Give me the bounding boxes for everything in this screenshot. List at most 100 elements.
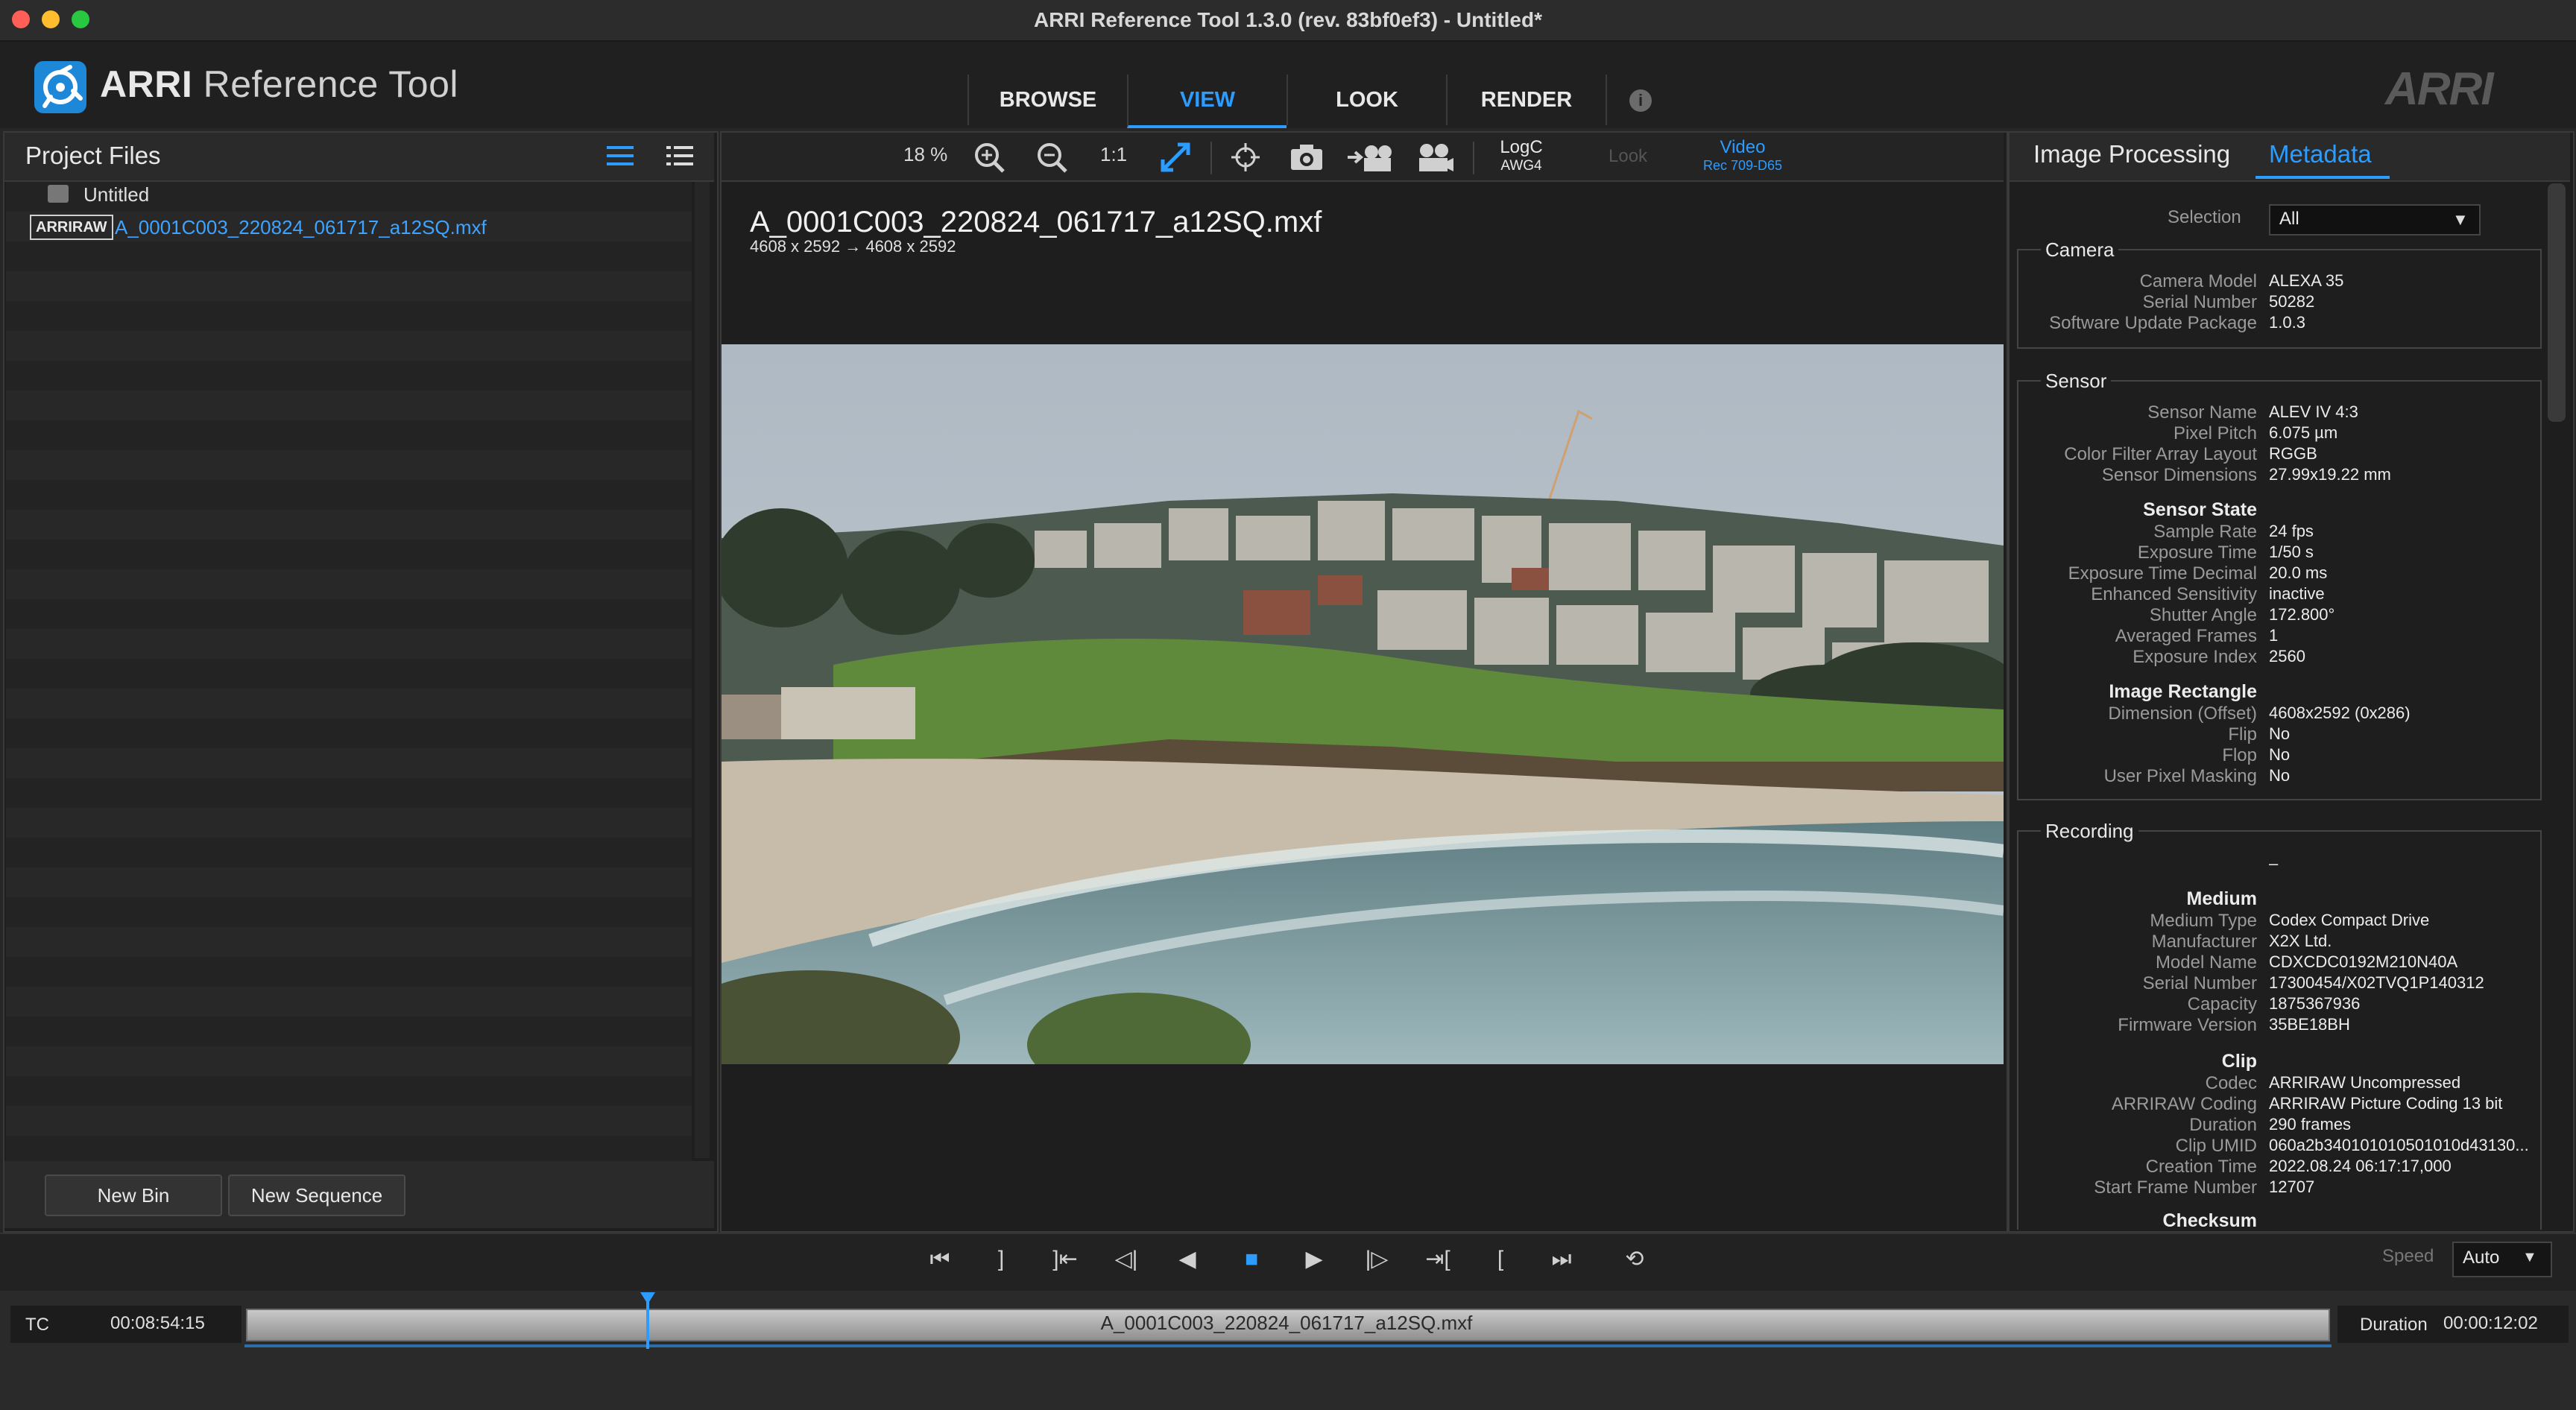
look-button[interactable]: Look: [1609, 146, 1647, 167]
bin-icon: [48, 185, 69, 203]
film-camera-icon[interactable]: [1413, 139, 1455, 176]
meta-value: 27.99x19.22 mm: [2269, 465, 2391, 484]
checksum-heading: Checksum: [2162, 1210, 2257, 1231]
meta-key: Medium Type: [2150, 911, 2257, 931]
app-title: ARRI Reference Tool: [100, 63, 458, 106]
sensor-group-title: Sensor: [2041, 370, 2112, 393]
selection-value: All: [2279, 209, 2299, 229]
go-to-end-icon[interactable]: ⏭: [1543, 1242, 1580, 1277]
meta-key: Color Filter Array Layout: [2064, 444, 2257, 464]
meta-value: ALEV IV 4:3: [2269, 402, 2358, 421]
meta-key: Sensor Dimensions: [2101, 465, 2257, 485]
selection-label: Selection: [2168, 207, 2241, 227]
active-tab-indicator: [2255, 176, 2390, 179]
tab-render[interactable]: RENDER: [1446, 75, 1607, 125]
meta-value: Codex Compact Drive: [2269, 911, 2430, 929]
meta-value: 1.0.3: [2269, 313, 2305, 332]
meta-value: inactive: [2269, 584, 2325, 603]
tab-metadata[interactable]: Metadata: [2269, 140, 2372, 168]
fit-to-window-icon[interactable]: [1157, 139, 1194, 176]
meta-value: 4608x2592 (0x286): [2269, 704, 2411, 722]
medium-heading: Medium: [2186, 888, 2257, 909]
meta-value: 172.800°: [2269, 605, 2335, 624]
meta-key: Exposure Time Decimal: [2068, 563, 2257, 584]
tab-browse[interactable]: BROWSE: [967, 75, 1127, 125]
recording-dash: –: [2269, 854, 2279, 873]
duration-value: 00:00:12:02: [2443, 1313, 2538, 1333]
go-to-start-icon[interactable]: ⏮: [921, 1242, 959, 1277]
step-forward-icon[interactable]: |▷: [1358, 1242, 1395, 1277]
list-item-clip[interactable]: A_0001C003_220824_061717_a12SQ.mxf: [115, 216, 487, 239]
detail-list-icon[interactable]: [665, 143, 695, 168]
meta-value: 1875367936: [2269, 994, 2361, 1013]
image-rectangle-heading: Image Rectangle: [2109, 681, 2257, 702]
image-viewer[interactable]: [722, 344, 2004, 1064]
meta-key: Start Frame Number: [2094, 1177, 2257, 1198]
meta-key: Creation Time: [2145, 1157, 2257, 1177]
tab-image-processing[interactable]: Image Processing: [2033, 140, 2230, 168]
meta-key: Enhanced Sensitivity: [2091, 584, 2257, 604]
tab-look[interactable]: LOOK: [1287, 75, 1446, 125]
meta-key: Serial Number: [2142, 973, 2257, 993]
meta-value: 290 frames: [2269, 1115, 2352, 1134]
timeline-clip-name: A_0001C003_220824_061717_a12SQ.mxf: [1100, 1312, 1473, 1334]
duration-label: Duration: [2360, 1315, 2428, 1335]
new-sequence-button[interactable]: New Sequence: [228, 1175, 405, 1216]
in-out-range: [244, 1344, 2332, 1347]
frame-image: [722, 344, 2004, 1064]
meta-key: Codec: [2205, 1073, 2257, 1093]
list-view-icon[interactable]: [605, 143, 635, 168]
step-back-icon[interactable]: ◁|: [1108, 1242, 1145, 1277]
meta-value: 20.0 ms: [2269, 563, 2328, 582]
project-files-title: Project Files: [25, 142, 161, 169]
meta-key: Shutter Angle: [2149, 605, 2257, 625]
meta-value: 060a2b340101010501010d43130...: [2269, 1136, 2529, 1154]
meta-value: 1: [2269, 626, 2279, 645]
crosshair-icon[interactable]: [1227, 139, 1264, 176]
playhead-handle[interactable]: [640, 1292, 655, 1304]
zoom-out-icon[interactable]: [1033, 139, 1070, 176]
play-icon[interactable]: ▶: [1295, 1242, 1333, 1277]
toolbar-divider: [1473, 142, 1474, 174]
output-colorspace-label: Video: [1720, 137, 1766, 157]
loop-icon[interactable]: ⟲: [1616, 1242, 1653, 1277]
meta-key: Capacity: [2187, 994, 2257, 1014]
inspector-scrollbar[interactable]: [2548, 183, 2566, 422]
meta-key: Exposure Time: [2137, 543, 2257, 563]
input-colorspace-label: LogC: [1500, 137, 1543, 157]
window-title: ARRI Reference Tool 1.3.0 (rev. 83bf0ef3…: [1033, 8, 1543, 31]
viewer-clip-dimensions: 4608 x 2592 → 4608 x 2592: [750, 237, 956, 256]
stop-icon[interactable]: ■: [1233, 1242, 1270, 1277]
selection-dropdown[interactable]: [2269, 204, 2481, 235]
play-reverse-icon[interactable]: ◀: [1169, 1242, 1206, 1277]
speed-label: Speed: [2382, 1246, 2434, 1266]
meta-key: Clip UMID: [2175, 1136, 2257, 1156]
snapshot-camera-icon[interactable]: [1288, 139, 1325, 176]
meta-key: Software Update Package: [2049, 313, 2257, 333]
tab-view[interactable]: VIEW: [1127, 75, 1287, 128]
mark-out-icon[interactable]: ]: [982, 1242, 1020, 1277]
app-title-strong: ARRI: [100, 63, 193, 105]
go-to-in-icon[interactable]: ]⇤: [1046, 1242, 1084, 1277]
meta-key: Exposure Index: [2133, 647, 2257, 667]
meta-value: 35BE18BH: [2269, 1015, 2350, 1034]
project-files-list: [6, 182, 692, 1163]
input-colorspace-button[interactable]: LogC AWG4: [1488, 137, 1555, 174]
meta-value: 17300454/X02TVQ1P140312: [2269, 973, 2484, 992]
timecode-value: 00:08:54:15: [110, 1313, 205, 1333]
new-bin-button[interactable]: New Bin: [45, 1175, 222, 1216]
mark-in-icon[interactable]: [: [1482, 1242, 1519, 1277]
list-item-bin-untitled[interactable]: Untitled: [83, 183, 149, 206]
info-icon[interactable]: i: [1629, 89, 1652, 112]
transport-bar: [0, 1233, 2576, 1291]
output-colorspace-button[interactable]: Video Rec 709-D65: [1692, 137, 1793, 174]
zoom-1to1-button[interactable]: 1:1: [1100, 143, 1127, 166]
zoom-in-icon[interactable]: [970, 139, 1008, 176]
go-to-out-icon[interactable]: ⇥[: [1419, 1242, 1456, 1277]
meta-key: Serial Number: [2142, 292, 2257, 312]
export-frame-icon[interactable]: [1346, 139, 1394, 176]
chevron-down-icon: ▼: [2522, 1249, 2537, 1265]
timecode-label: TC: [25, 1315, 49, 1335]
project-files-scrollbar[interactable]: [695, 182, 710, 1158]
meta-value: X2X Ltd.: [2269, 932, 2332, 950]
